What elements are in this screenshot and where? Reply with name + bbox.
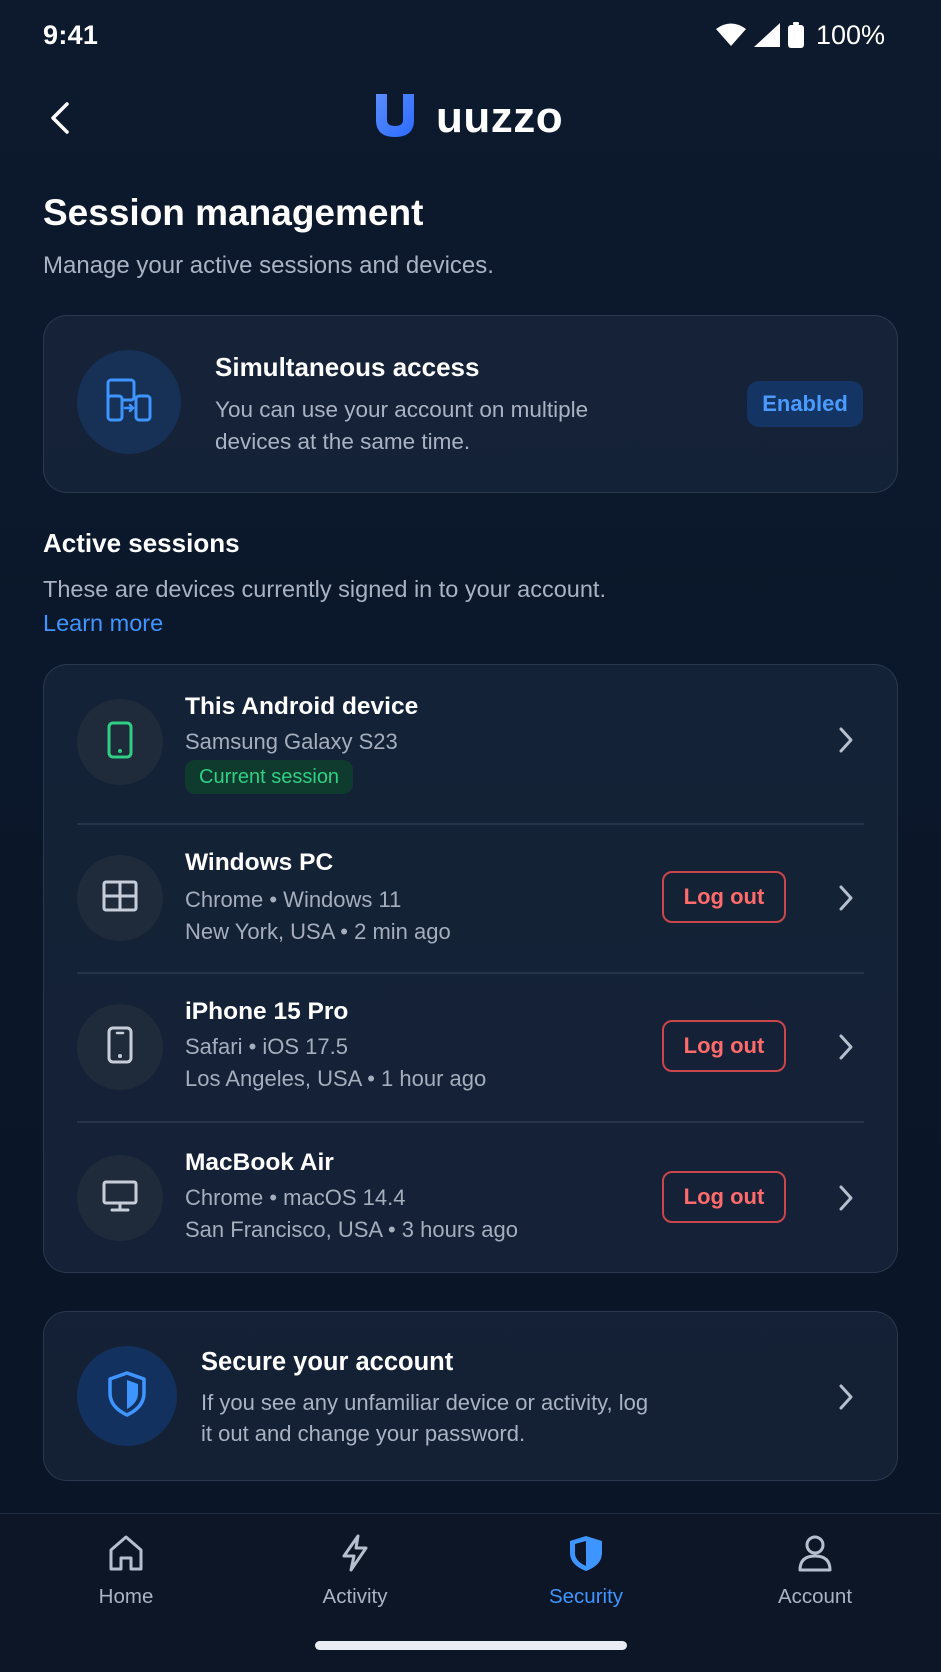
active-sessions-description: These are devices currently signed in to…	[43, 576, 606, 602]
secure-account-title: Secure your account	[201, 1348, 454, 1376]
wifi-icon	[715, 23, 746, 47]
device-location-time: Los Angeles, USA • 1 hour ago	[185, 1066, 487, 1091]
shield-icon	[107, 1370, 147, 1422]
secure-account-description: If you see any unfamiliar device or acti…	[201, 1390, 649, 1446]
device-name: MacBook Air	[185, 1149, 334, 1176]
devices-icon	[105, 378, 153, 427]
nav-label: Activity	[322, 1585, 388, 1608]
session-management-screen: 9:41 100% uuzzo Session management Manag…	[0, 0, 941, 1672]
device-location-time: San Francisco, USA • 3 hours ago	[185, 1217, 518, 1242]
chevron-right-icon[interactable]	[834, 883, 858, 913]
device-location-time: New York, USA • 2 min ago	[185, 919, 451, 944]
chevron-right-icon[interactable]	[834, 1032, 858, 1062]
secure-account-card[interactable]: Secure your account If you see any unfam…	[43, 1311, 898, 1481]
learn-more-link[interactable]: Learn more	[43, 610, 163, 637]
smartphone-icon	[107, 721, 133, 764]
nav-label: Security	[548, 1585, 624, 1608]
shield-icon	[567, 1534, 605, 1577]
windows-icon	[102, 880, 138, 917]
back-button[interactable]	[38, 98, 82, 142]
lightning-icon	[336, 1534, 374, 1577]
current-session-badge: Current session	[185, 760, 354, 794]
enabled-badge: Enabled	[747, 381, 863, 427]
app-header: uuzzo	[0, 84, 941, 160]
device-browser-os: Chrome • Windows 11	[185, 887, 402, 912]
monitor-icon	[102, 1180, 138, 1217]
smartphone-icon	[107, 1026, 133, 1069]
device-model: Samsung Galaxy S23	[185, 729, 398, 754]
battery-icon	[787, 22, 804, 48]
device-icon-circle	[77, 855, 163, 941]
user-icon	[796, 1534, 834, 1577]
session-row-iphone[interactable]: iPhone 15 Pro Safari • iOS 17.5 Los Ange…	[44, 972, 897, 1121]
nav-item-account[interactable]: Account	[735, 1534, 895, 1624]
chevron-right-icon[interactable]	[834, 1382, 858, 1412]
logo-mark-icon	[372, 92, 418, 143]
simultaneous-access-card: Simultaneous access You can use your acc…	[43, 315, 898, 493]
device-icon-circle	[77, 1155, 163, 1241]
app-logo: uuzzo	[372, 92, 563, 143]
device-browser-os: Safari • iOS 17.5	[185, 1034, 349, 1059]
active-sessions-title: Active sessions	[43, 528, 240, 558]
page-subtitle: Manage your active sessions and devices.	[43, 252, 494, 279]
devices-icon-circle	[77, 350, 181, 454]
shield-icon-circle	[77, 1346, 177, 1446]
nav-item-home[interactable]: Home	[46, 1534, 206, 1624]
sessions-list: This Android device Samsung Galaxy S23 C…	[43, 664, 898, 1273]
home-icon	[107, 1534, 145, 1577]
nav-label: Home	[98, 1585, 154, 1608]
simultaneous-access-title: Simultaneous access	[215, 352, 480, 382]
device-icon-circle	[77, 1004, 163, 1090]
row-divider	[77, 823, 864, 825]
device-name: Windows PC	[185, 849, 334, 876]
session-row-macbook[interactable]: MacBook Air Chrome • macOS 14.4 San Fran…	[44, 1121, 897, 1273]
nav-label: Account	[777, 1585, 853, 1608]
nav-item-activity[interactable]: Activity	[275, 1534, 435, 1624]
row-divider	[77, 972, 864, 974]
simultaneous-access-description: You can use your account on multiple dev…	[215, 397, 589, 454]
nav-item-security[interactable]: Security	[506, 1534, 666, 1624]
status-bar: 9:41 100%	[0, 0, 941, 70]
device-icon-circle	[77, 699, 163, 785]
status-time: 9:41	[43, 19, 99, 50]
logo-text: uuzzo	[436, 92, 564, 142]
battery-percentage: 100%	[815, 19, 885, 50]
logout-button[interactable]: Log out	[662, 871, 786, 923]
session-row-android[interactable]: This Android device Samsung Galaxy S23 C…	[44, 665, 897, 823]
chevron-left-icon	[48, 101, 72, 140]
device-name: iPhone 15 Pro	[185, 998, 349, 1025]
signal-icon	[753, 23, 780, 47]
logout-button[interactable]: Log out	[662, 1171, 786, 1223]
chevron-right-icon[interactable]	[834, 1183, 858, 1213]
status-icons: 100%	[715, 19, 885, 51]
session-row-windows[interactable]: Windows PC Chrome • Windows 11 New York,…	[44, 823, 897, 972]
row-divider	[77, 1121, 864, 1123]
device-name: This Android device	[185, 693, 419, 720]
logout-button[interactable]: Log out	[662, 1020, 786, 1072]
home-indicator[interactable]	[315, 1641, 627, 1650]
page-title: Session management	[43, 192, 424, 233]
chevron-right-icon[interactable]	[834, 725, 858, 755]
device-browser-os: Chrome • macOS 14.4	[185, 1185, 406, 1210]
